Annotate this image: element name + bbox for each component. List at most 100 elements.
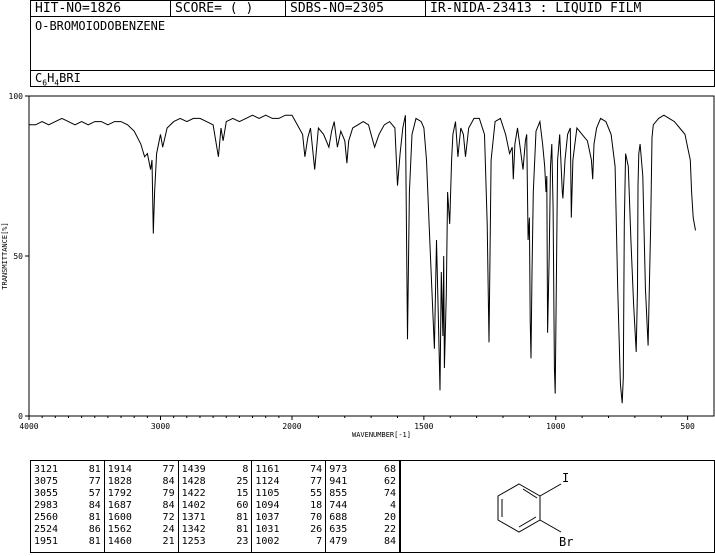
peak-row: 855 74 xyxy=(329,488,396,500)
peak-intensity: 77 xyxy=(310,476,323,487)
peak-intensity: 84 xyxy=(162,500,175,511)
peak-column: 1161 74 1124 77 1105 55 1094 18 1037 70 1031 26 1002… xyxy=(252,461,327,552)
peak-row: 1460 21 xyxy=(108,536,175,548)
peak-wavenumber: 1828 xyxy=(107,476,132,487)
peak-intensity: 20 xyxy=(383,512,396,523)
peak-intensity: 24 xyxy=(162,524,175,535)
peak-wavenumber: 1422 xyxy=(181,488,206,499)
y-tick-label: 100 xyxy=(9,92,24,101)
peak-intensity: 86 xyxy=(88,524,101,535)
peak-row: 1342 81 xyxy=(182,524,249,536)
peak-wavenumber: 3075 xyxy=(34,476,59,487)
ir-info: IR-NIDA-23413 : LIQUID FILM xyxy=(430,1,642,16)
peak-wavenumber: 855 xyxy=(329,488,348,499)
chart-axes xyxy=(28,95,715,417)
peak-row: 1124 77 xyxy=(255,476,322,488)
peak-intensity: 81 xyxy=(88,512,101,523)
x-tick-label: 3000 xyxy=(151,422,170,431)
peak-row: 1161 74 xyxy=(255,464,322,476)
peak-wavenumber: 1428 xyxy=(181,476,206,487)
structure-box: I Br xyxy=(400,460,715,553)
peak-wavenumber: 1460 xyxy=(107,536,132,547)
peak-wavenumber: 1105 xyxy=(255,488,280,499)
peak-intensity: 15 xyxy=(236,488,249,499)
x-tick-label: 1500 xyxy=(414,422,433,431)
x-tick-label: 2000 xyxy=(282,422,301,431)
peak-intensity: 7 xyxy=(316,536,323,547)
peak-row: 1037 70 xyxy=(255,512,322,524)
peak-intensity: 62 xyxy=(383,476,396,487)
x-tick-label: 500 xyxy=(680,422,695,431)
peak-wavenumber: 1161 xyxy=(255,464,280,475)
peak-column: 3121 81 3075 77 3055 57 2983 84 2560 81 2524 86 1951… xyxy=(31,461,105,552)
peak-wavenumber: 1439 xyxy=(181,464,206,475)
peak-row: 2524 86 xyxy=(34,524,101,536)
peak-intensity: 21 xyxy=(162,536,175,547)
peak-wavenumber: 1792 xyxy=(107,488,132,499)
peak-intensity: 84 xyxy=(383,536,396,547)
score: SCORE= ( ) xyxy=(171,1,286,16)
peak-intensity: 81 xyxy=(236,512,249,523)
peak-row: 1828 84 xyxy=(108,476,175,488)
peak-intensity: 81 xyxy=(236,524,249,535)
peak-row: 3075 77 xyxy=(34,476,101,488)
peak-intensity: 79 xyxy=(162,488,175,499)
peak-intensity: 4 xyxy=(389,500,396,511)
peak-wavenumber: 2524 xyxy=(34,524,59,535)
peak-column: 1914 77 1828 84 1792 79 1687 84 1600 72 1562 24 1460… xyxy=(105,461,179,552)
peak-intensity: 77 xyxy=(162,464,175,475)
peak-intensity: 60 xyxy=(236,500,249,511)
y-tick-label: 50 xyxy=(13,252,23,261)
peak-wavenumber: 1951 xyxy=(34,536,59,547)
sdbs-number: SDBS-NO=2305 xyxy=(286,1,426,16)
peak-row: 2560 81 xyxy=(34,512,101,524)
molecule-structure: I Br xyxy=(497,471,573,549)
peak-intensity: 8 xyxy=(242,464,249,475)
peak-intensity: 81 xyxy=(88,464,101,475)
peak-row: 1031 26 xyxy=(255,524,322,536)
peak-intensity: 26 xyxy=(310,524,323,535)
header-bar: HIT-NO=1826 SCORE= ( ) SDBS-NO=2305 IR-N… xyxy=(30,0,715,17)
peak-wavenumber: 635 xyxy=(329,524,348,535)
x-tick-label: 1000 xyxy=(546,422,565,431)
spectrum-line xyxy=(29,114,696,404)
peak-intensity: 57 xyxy=(88,488,101,499)
iodine-label: I xyxy=(562,471,569,485)
peak-wavenumber: 1124 xyxy=(255,476,280,487)
peak-row: 744 4 xyxy=(329,500,396,512)
bromine-label: Br xyxy=(559,535,573,549)
peak-row: 1687 84 xyxy=(108,500,175,512)
peak-row: 1951 81 xyxy=(34,536,101,548)
peak-wavenumber: 3121 xyxy=(34,464,59,475)
peak-wavenumber: 1600 xyxy=(107,512,132,523)
peak-column: 1439 8 1428 25 1422 15 1402 60 1371 81 1342 81 1253 2… xyxy=(179,461,253,552)
peak-wavenumber: 1094 xyxy=(255,500,280,511)
peak-row: 3121 81 xyxy=(34,464,101,476)
peak-wavenumber: 688 xyxy=(329,512,348,523)
peak-row: 688 20 xyxy=(329,512,396,524)
peak-wavenumber: 1002 xyxy=(255,536,280,547)
peak-wavenumber: 1402 xyxy=(181,500,206,511)
y-axis-label: TRANSMITTANCE[%] xyxy=(1,222,9,289)
peak-row: 1402 60 xyxy=(182,500,249,512)
peak-wavenumber: 744 xyxy=(329,500,348,511)
peak-row: 1105 55 xyxy=(255,488,322,500)
peak-intensity: 18 xyxy=(310,500,323,511)
peak-intensity: 55 xyxy=(310,488,323,499)
peak-wavenumber: 2560 xyxy=(34,512,59,523)
x-tick-label: 4000 xyxy=(19,422,38,431)
peak-wavenumber: 2983 xyxy=(34,500,59,511)
x-axis-label: WAVENUMBER[-1] xyxy=(352,431,411,439)
peak-intensity: 74 xyxy=(310,464,323,475)
peak-row: 1600 72 xyxy=(108,512,175,524)
peak-wavenumber: 1914 xyxy=(107,464,132,475)
peak-row: 479 84 xyxy=(329,536,396,548)
peak-table: 3121 81 3075 77 3055 57 2983 84 2560 81 2524 86 1951… xyxy=(30,460,400,553)
peak-row: 1792 79 xyxy=(108,488,175,500)
peak-intensity: 25 xyxy=(236,476,249,487)
peak-wavenumber: 1687 xyxy=(107,500,132,511)
peak-row: 3055 57 xyxy=(34,488,101,500)
peak-wavenumber: 1371 xyxy=(181,512,206,523)
peak-wavenumber: 1037 xyxy=(255,512,280,523)
peak-intensity: 84 xyxy=(162,476,175,487)
